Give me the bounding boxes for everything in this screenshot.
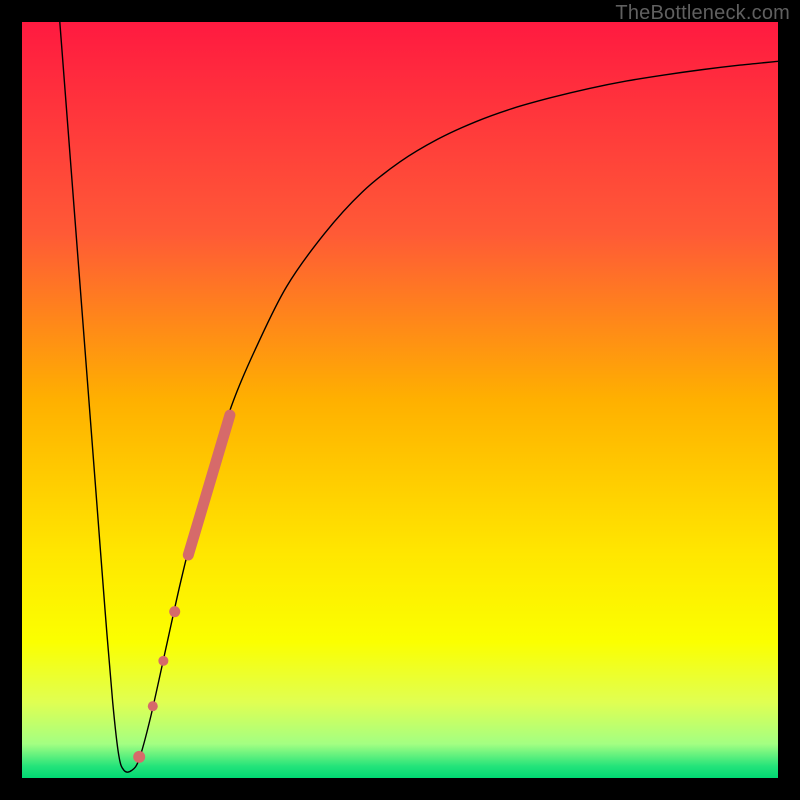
gradient-background xyxy=(22,22,778,778)
marker-dot xyxy=(133,751,145,763)
marker-dot xyxy=(169,606,180,617)
plot-area xyxy=(22,22,778,778)
marker-dot xyxy=(148,701,158,711)
watermark-text: TheBottleneck.com xyxy=(615,2,790,25)
chart-svg xyxy=(22,22,778,778)
marker-dot xyxy=(158,656,168,666)
chart-frame: TheBottleneck.com xyxy=(0,0,800,800)
